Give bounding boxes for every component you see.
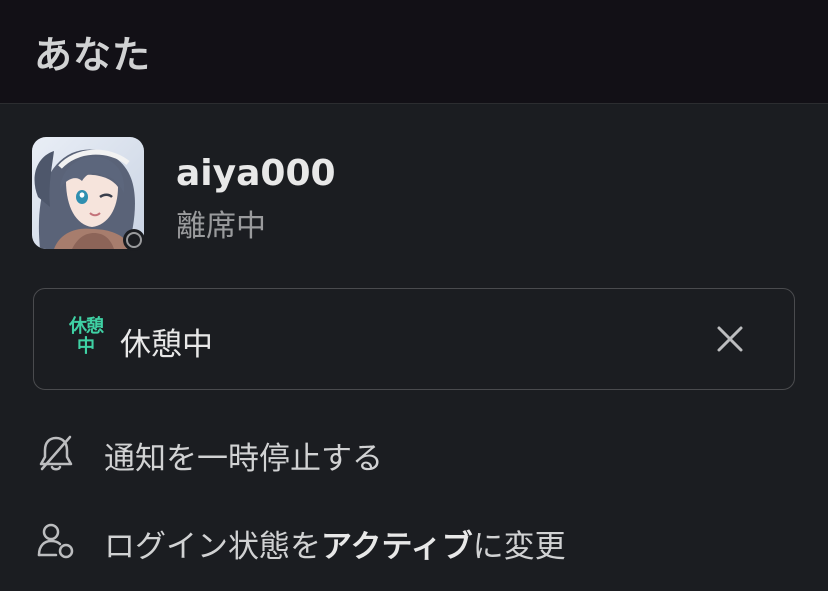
presence-status: 離席中 <box>176 209 266 244</box>
break-emoji-icon: 休憩 中 <box>64 317 108 363</box>
set-active-menu-item[interactable]: ログイン状態をアクティブに変更 <box>0 503 828 577</box>
close-icon <box>717 326 743 352</box>
status-emoji-text-line1: 休憩 <box>69 316 104 337</box>
set-active-label-prefix: ログイン状態を <box>104 529 321 565</box>
custom-status-field[interactable]: 休憩 中 休憩中 <box>33 288 795 390</box>
status-text: 休憩中 <box>120 327 213 363</box>
username: aiya000 <box>176 153 336 194</box>
set-active-label: ログイン状態をアクティブに変更 <box>104 521 566 566</box>
pause-notifications-menu-item[interactable]: 通知を一時停止する <box>0 415 828 489</box>
away-presence-icon <box>123 229 145 251</box>
clear-status-button[interactable] <box>712 321 748 357</box>
pause-notifications-label: 通知を一時停止する <box>104 441 383 477</box>
status-emoji-text-line2: 中 <box>77 336 95 357</box>
bell-off-icon <box>39 435 73 471</box>
set-active-label-suffix: に変更 <box>472 529 566 565</box>
user-status-icon <box>37 523 74 559</box>
avatar[interactable] <box>32 137 145 251</box>
set-active-label-bold: アクティブ <box>321 529 473 565</box>
page-title: あなた <box>34 33 152 77</box>
page-header: あなた <box>0 0 828 104</box>
profile-panel: aiya000 離席中 休憩 中 休憩中 通知を一時停止する ログイン状態をアク… <box>0 105 828 591</box>
